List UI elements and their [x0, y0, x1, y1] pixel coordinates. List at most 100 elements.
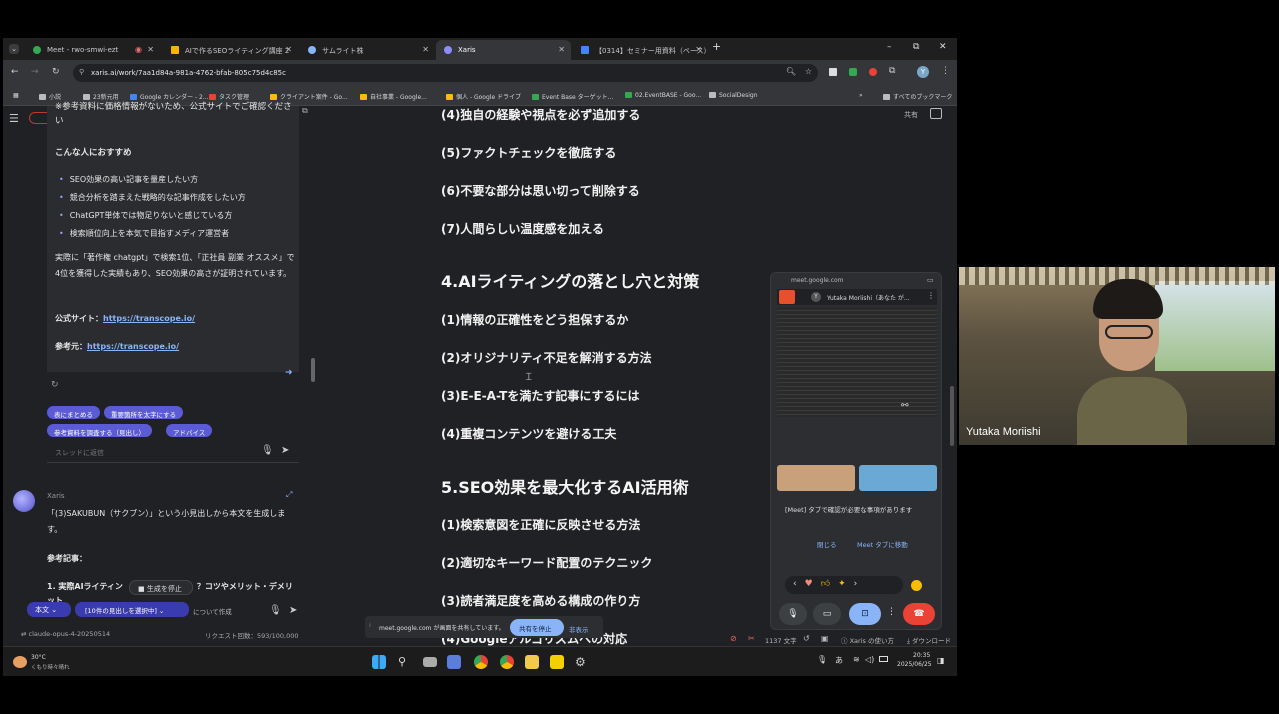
chrome-icon[interactable] — [474, 655, 488, 669]
url-input[interactable]: ⚲ xaris.ai/work/7aa1d84a-981a-4762-bfab-… — [73, 64, 818, 82]
mic-tray-icon[interactable]: 🎙︎ — [817, 655, 827, 664]
sticky-notes-icon[interactable] — [550, 655, 564, 669]
stop-sharing-button[interactable]: 共有を停止 — [510, 619, 564, 636]
search-icon[interactable]: ⚲ — [398, 655, 412, 669]
end-call-button[interactable]: ☎ — [903, 603, 935, 625]
tab-search-icon[interactable]: ⌄ — [9, 44, 19, 54]
forward-arrow-icon[interactable]: ➜ — [285, 368, 293, 378]
send-icon[interactable]: ➤ — [281, 445, 289, 456]
ime-indicator[interactable]: あ — [835, 655, 843, 666]
windows-start-icon[interactable] — [372, 655, 386, 669]
chrome-icon[interactable] — [500, 655, 514, 669]
back-icon[interactable]: ← — [11, 67, 19, 77]
restore-button[interactable]: ⧉ — [913, 42, 919, 52]
apps-grid-icon[interactable]: ▦ — [13, 92, 19, 99]
close-icon[interactable]: ✕ — [695, 45, 702, 54]
mic-icon[interactable]: 🎙︎ — [261, 445, 274, 456]
stop-generation-button[interactable]: ■ 生成を停止 — [129, 580, 193, 595]
mic-icon[interactable]: 🎙︎ — [269, 605, 282, 616]
hide-notice-link[interactable]: 非表示 — [569, 624, 589, 634]
chevron-left-icon[interactable]: ‹ — [793, 579, 805, 589]
go-to-meet-tab-button[interactable]: Meet タブに移動 — [857, 539, 908, 549]
wifi-icon[interactable]: ≋ — [853, 655, 860, 664]
mode-select[interactable]: 本文 ⌄ — [27, 602, 71, 617]
help-link[interactable]: ⓘ Xaris の使い方 — [841, 635, 894, 645]
close-icon[interactable]: ✕ — [285, 45, 292, 54]
chevron-right-icon[interactable]: › — [854, 579, 866, 589]
tab-xaris[interactable]: Xaris ✕ — [436, 40, 571, 60]
official-link[interactable]: https://transcope.io/ — [103, 314, 195, 323]
close-notice-button[interactable]: 閉じる — [817, 539, 837, 549]
more-options-icon[interactable]: ⋮ — [927, 291, 935, 300]
drag-handle-icon[interactable]: ⁞ — [369, 622, 371, 629]
reload-icon[interactable]: ↻ — [52, 67, 60, 77]
scrollbar[interactable] — [311, 358, 315, 382]
tab-meet[interactable]: Meet - rwo-smwi-ezt ◉ ✕ — [25, 40, 160, 60]
task-view-icon[interactable] — [423, 657, 437, 667]
clock-time[interactable]: 20:35 — [913, 652, 930, 659]
browser-menu-icon[interactable]: ⋮ — [941, 66, 950, 76]
clock-date[interactable]: 2025/06/25 — [897, 661, 932, 668]
mic-button[interactable]: 🎙︎ — [779, 603, 807, 625]
battery-icon[interactable] — [879, 656, 888, 662]
chip-advice[interactable]: アドバイス — [166, 424, 213, 437]
sidebar-toggle-icon[interactable] — [930, 108, 942, 119]
close-icon[interactable]: ✕ — [147, 45, 154, 54]
chip-summarize-table[interactable]: 表にまとめる — [47, 406, 100, 419]
site-info-icon[interactable]: ⚲ — [79, 68, 84, 76]
volume-icon[interactable]: ◁) — [865, 655, 874, 664]
vertical-scrollbar[interactable] — [950, 386, 954, 446]
camera-button[interactable]: ▭ — [813, 603, 841, 625]
reference-link[interactable]: https://transcope.io/ — [87, 342, 179, 351]
more-options-icon[interactable]: ⋮ — [887, 607, 896, 617]
new-tab-button[interactable]: + — [712, 40, 721, 53]
bookmark-item[interactable]: SocialDesign — [709, 92, 758, 99]
present-button[interactable]: ⊡ — [849, 603, 881, 625]
discord-icon[interactable]: ▣ — [821, 634, 829, 643]
extension-icon[interactable] — [849, 68, 857, 76]
zoom-icon[interactable]: 🔍︎ — [786, 67, 796, 76]
download-link[interactable]: ⤓ ダウンロード — [907, 635, 951, 646]
pin-icon[interactable]: ⚯ — [901, 401, 909, 411]
expand-icon[interactable]: ⤢ — [286, 490, 292, 500]
chip-research-references[interactable]: 参考資料を調査する（見出し） — [47, 424, 152, 437]
profile-avatar[interactable]: Y — [917, 66, 929, 78]
extension-icon[interactable] — [829, 68, 837, 76]
heart-reaction-icon[interactable]: ♥ — [805, 579, 821, 589]
party-reaction-icon[interactable]: ✦ — [838, 579, 854, 589]
notification-icon[interactable]: ◨ — [937, 656, 945, 665]
bookmark-star-icon[interactable]: ☆ — [805, 67, 812, 76]
close-icon[interactable]: ◉ — [135, 45, 142, 54]
regenerate-icon[interactable]: ↻ — [51, 380, 59, 390]
weather-icon[interactable] — [13, 656, 27, 668]
hamburger-menu-icon[interactable]: ☰ — [9, 112, 19, 125]
tab-samurite[interactable]: サムライト株 ✕ — [300, 40, 435, 60]
bookmark-item[interactable]: 自社事業 - Google... — [360, 92, 427, 101]
tab-seo-course[interactable]: AIで作るSEOライティング講座 2 ✕ — [163, 40, 298, 60]
close-icon[interactable]: ✕ — [422, 45, 429, 54]
chip-bold-important[interactable]: 重要箇所を太字にする — [104, 406, 184, 419]
heading-select[interactable]: [10件の見出しを選択中] ⌄ — [75, 602, 189, 617]
minimize-button[interactable]: – — [887, 42, 892, 52]
settings-icon[interactable]: ⚙ — [575, 655, 589, 669]
file-explorer-icon[interactable] — [525, 655, 539, 669]
tab-seminar-doc[interactable]: 【0314】セミナー用資料（ベース） ✕ — [573, 40, 708, 60]
bookmark-item[interactable]: 02.EventBASE - Goo... — [625, 92, 701, 99]
extensions-puzzle-icon[interactable]: ⧉ — [889, 66, 895, 76]
close-icon[interactable]: ✕ — [558, 45, 565, 54]
thumbs-up-reaction-icon[interactable]: 👍︎ — [821, 579, 838, 589]
window-close-button[interactable]: ✕ — [939, 42, 947, 52]
bookmark-item[interactable]: Event Base ターゲット... — [532, 92, 613, 101]
bookmark-item[interactable]: 個人 - Google ドライブ — [446, 92, 521, 101]
emoji-icon[interactable] — [911, 580, 922, 591]
copy-icon[interactable]: ⧉ — [302, 106, 308, 116]
forward-icon[interactable]: → — [31, 67, 39, 77]
bookmark-item[interactable]: すべてのブックマーク — [883, 92, 952, 101]
extension-icon[interactable] — [869, 68, 877, 76]
send-icon[interactable]: ➤ — [289, 605, 297, 616]
xaris-app-icon[interactable] — [447, 655, 461, 669]
history-icon[interactable]: ↺ — [803, 634, 810, 643]
bookmarks-overflow-icon[interactable]: » — [859, 92, 863, 99]
pip-close-icon[interactable]: ▭ — [927, 276, 934, 284]
share-link[interactable]: 共有 — [904, 110, 918, 120]
